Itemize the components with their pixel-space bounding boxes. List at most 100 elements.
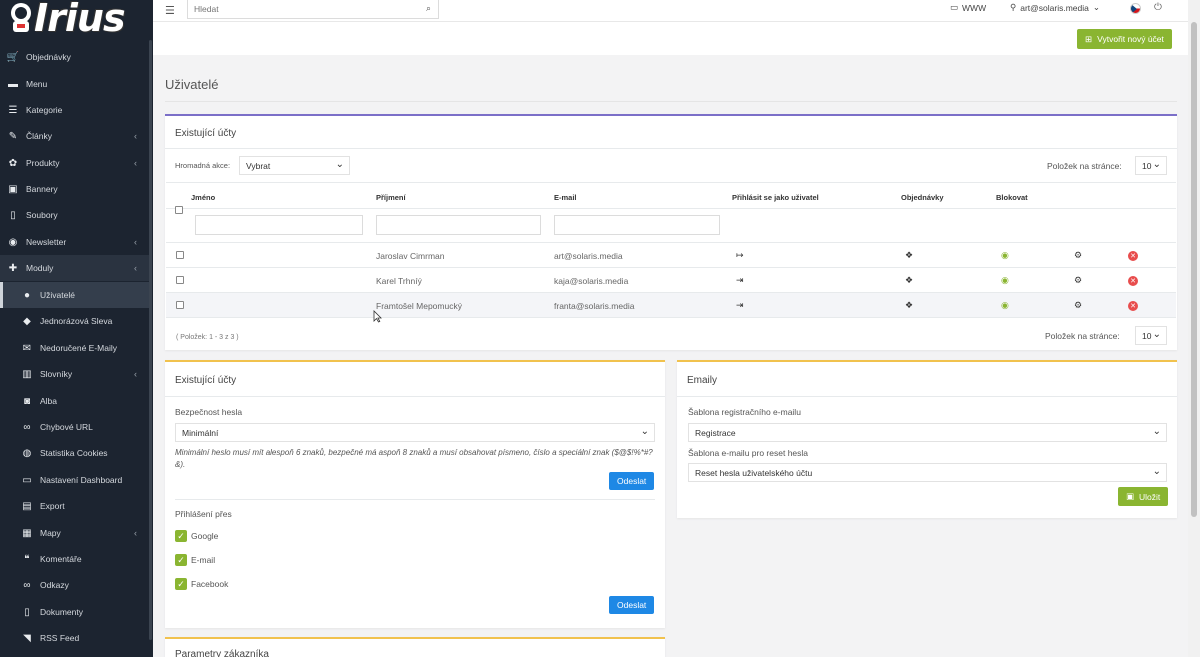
chevron-down-icon: ⌄ (1092, 2, 1100, 12)
folder-icon: ▬ (8, 78, 18, 90)
action-bar: ⊞ Vytvořit nový účet (153, 22, 1188, 55)
sidebar-scrollbar[interactable] (149, 40, 152, 640)
sidebar-item-nastavení-dashboard[interactable]: ▭ Nastavení Dashboard (0, 467, 149, 493)
sidebar-item-newsletter[interactable]: ◉ Newsletter ‹ (0, 229, 149, 255)
chevron-left-icon: ‹ (134, 158, 137, 168)
reset-template-select[interactable]: Reset hesla uživatelského účtu ⌄ (688, 463, 1167, 482)
brand-logo[interactable]: Irius (4, 0, 126, 40)
login-as-user-icon[interactable]: ↦ (736, 250, 744, 261)
search-input[interactable] (188, 0, 408, 17)
sidebar-item-objednávky[interactable]: 🛒 Objednávky (0, 44, 149, 70)
submit-label: Odeslat (617, 600, 647, 610)
sidebar-item-bannery[interactable]: ▣ Bannery (0, 176, 149, 202)
password-strength-select[interactable]: Minimální ⌄ (175, 423, 655, 442)
camera-icon: ◙ (23, 395, 31, 407)
row-checkbox[interactable] (176, 276, 184, 284)
sidebar-item-dokumenty[interactable]: ▯ Dokumenty (0, 599, 149, 625)
sidebar-item-menu[interactable]: ▬ Menu (0, 71, 149, 97)
registration-template-select[interactable]: Registrace ⌄ (688, 423, 1167, 442)
save-button[interactable]: ▣ Uložit (1118, 487, 1169, 506)
sidebar-item-mapy[interactable]: ▦ Mapy ‹ (0, 520, 149, 546)
email-cell: franta@solaris.media (554, 301, 635, 311)
user-menu[interactable]: ⚲ art@solaris.media ⌄ (1010, 2, 1100, 13)
sidebar-item-odkazy[interactable]: ∞ Odkazy (0, 572, 149, 598)
cookie-icon: ◍ (22, 447, 32, 459)
sidebar-item-label: Nastavení Dashboard (40, 475, 123, 485)
gear-icon[interactable]: ⚙ (1074, 250, 1082, 261)
per-page-select[interactable]: 10 ⌄ (1135, 156, 1167, 175)
sidebar-item-soubory[interactable]: ▯ Soubory (0, 202, 149, 228)
filter-surname-input[interactable] (376, 215, 541, 235)
sidebar-item-label: Produkty (26, 158, 60, 168)
bulk-action-value: Vybrat (246, 160, 271, 171)
email-checkbox[interactable]: ✓ (175, 554, 187, 566)
create-account-label: Vytvořit nový účet (1097, 34, 1164, 44)
surname-cell: Framtošel Mepomucký (376, 301, 462, 311)
table-row: Jaroslav Cimrman art@solaris.media ↦ ❖ ◉… (166, 242, 1176, 267)
sidebar-item-moduly[interactable]: ✚ Moduly ‹ (0, 255, 149, 281)
sidebar-item-label: Statistika Cookies (40, 448, 108, 458)
chevron-down-icon: ⌄ (1152, 426, 1161, 437)
login-as-user-icon[interactable]: ⇥ (736, 275, 744, 286)
submit-login-methods-button[interactable]: Odeslat (609, 596, 655, 614)
filter-first-name-input[interactable] (195, 215, 363, 235)
sidebar-item-produkty[interactable]: ✿ Produkty ‹ (0, 150, 149, 176)
sidebar-item-label: Soubory (26, 210, 58, 220)
hamburger-menu-icon[interactable]: ☰ (165, 4, 175, 17)
orders-dropbox-icon[interactable]: ❖ (905, 300, 913, 311)
column-header-email[interactable]: E-mail (554, 193, 577, 202)
select-all-checkbox[interactable] (175, 206, 183, 214)
scrollbar-thumb[interactable] (1191, 22, 1197, 517)
rss-icon: ◥ (23, 632, 31, 644)
sidebar-item-label: Alba (40, 396, 58, 406)
gear-icon[interactable]: ⚙ (1074, 300, 1082, 311)
sidebar-item-nedoručené-e-maily[interactable]: ✉ Nedoručené E-Maily (0, 335, 149, 361)
sidebar-item-uživatelé[interactable]: ● Uživatelé (0, 282, 149, 308)
eye-icon[interactable]: ◉ (1001, 250, 1009, 261)
orders-dropbox-icon[interactable]: ❖ (905, 250, 913, 261)
filter-email-input[interactable] (554, 215, 720, 235)
www-link[interactable]: ▭ WWW (950, 2, 986, 13)
create-account-button[interactable]: ⊞ Vytvořit nový účet (1077, 29, 1172, 49)
google-checkbox[interactable]: ✓ (175, 530, 187, 542)
bulk-action-select[interactable]: Vybrat ⌄ (239, 156, 350, 175)
sidebar-item-chybové-url[interactable]: ∞ Chybové URL (0, 414, 149, 440)
sidebar-item-alba[interactable]: ◙ Alba (0, 388, 149, 414)
puzzle-icon: ✚ (8, 262, 18, 274)
sidebar-item-jednorázová-sleva[interactable]: ◆ Jednorázová Sleva (0, 308, 149, 334)
sidebar-item-články[interactable]: ✎ Články ‹ (0, 123, 149, 149)
eye-icon[interactable]: ◉ (1001, 275, 1009, 286)
sidebar-item-kategorie[interactable]: ☰ Kategorie (0, 97, 149, 123)
search-icon[interactable]: ⌕ (426, 3, 431, 14)
eye-icon[interactable]: ◉ (1001, 300, 1009, 311)
facebook-checkbox[interactable]: ✓ (175, 578, 187, 590)
sidebar-item-label: Komentáře (40, 554, 82, 564)
row-checkbox[interactable] (176, 301, 184, 309)
column-header-surname[interactable]: Příjmení (376, 193, 406, 202)
link-icon: ∞ (23, 421, 31, 433)
gear-icon[interactable]: ⚙ (1074, 275, 1082, 286)
accounts-panel-title: Existující účty (175, 128, 237, 139)
per-page-label: Položek na stránce: (1047, 161, 1122, 171)
palette-icon: ✿ (8, 157, 18, 169)
sidebar-item-export[interactable]: ▤ Export (0, 493, 149, 519)
delete-icon[interactable]: ✕ (1128, 251, 1138, 261)
language-flag-icon[interactable] (1130, 3, 1141, 14)
orders-dropbox-icon[interactable]: ❖ (905, 275, 913, 286)
submit-password-button[interactable]: Odeslat (609, 472, 655, 490)
power-icon[interactable]: ⏻ (1154, 2, 1162, 13)
per-page-select-bottom[interactable]: 10 ⌄ (1135, 326, 1167, 345)
www-label: WWW (962, 2, 987, 13)
login-as-user-icon[interactable]: ⇥ (736, 300, 744, 311)
sidebar-item-komentáře[interactable]: ❝ Komentáře (0, 546, 149, 572)
sidebar-item-rss-feed[interactable]: ◥ RSS Feed (0, 625, 149, 651)
sidebar-item-slovníky[interactable]: ▥ Slovníky ‹ (0, 361, 149, 387)
sidebar-item-label: Nedoručené E-Maily (40, 343, 118, 353)
sidebar-item-statistika-cookies[interactable]: ◍ Statistika Cookies (0, 440, 149, 466)
row-checkbox[interactable] (176, 251, 184, 259)
sidebar-item-label: Menu (26, 79, 48, 89)
column-header-first-name[interactable]: Jméno (191, 193, 215, 202)
main-scrollbar[interactable] (1188, 0, 1200, 657)
delete-icon[interactable]: ✕ (1128, 276, 1138, 286)
delete-icon[interactable]: ✕ (1128, 301, 1138, 311)
